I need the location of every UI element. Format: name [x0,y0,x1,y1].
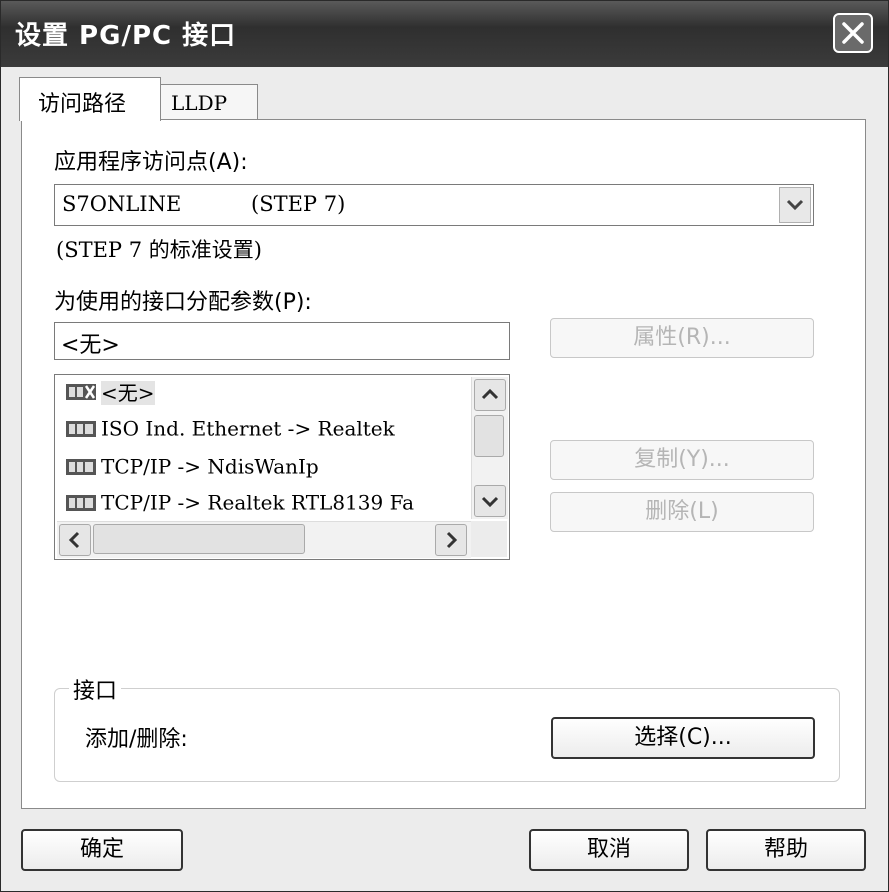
delete-button[interactable]: 删除(L) [550,492,814,532]
scroll-left-icon [68,531,80,549]
list-item-label: <无> [101,381,155,405]
close-button[interactable] [833,13,873,53]
dropdown-button[interactable] [779,187,811,223]
network-card-icon [66,458,96,475]
properties-button[interactable]: 属性(R)... [550,318,814,358]
interface-list[interactable]: <无> ISO Ind. Ethernet -> Realtek TCP/IP … [54,374,510,560]
list-item[interactable]: <无> [65,377,155,411]
network-card-icon [66,383,96,400]
scroll-down-icon [481,496,499,508]
scroll-up-icon [481,388,499,400]
cancel-button[interactable]: 取消 [529,829,689,871]
title-bar[interactable]: 设置 PG/PC 接口 [1,1,888,67]
list-item[interactable]: TCP/IP -> Realtek RTL8139 Fa [65,489,414,523]
interface-param-label: 为使用的接口分配参数(P): [54,290,312,315]
copy-button[interactable]: 复制(Y)... [550,440,814,480]
list-item-label: ISO Ind. Ethernet -> Realtek [101,416,395,441]
ok-button[interactable]: 确定 [21,829,183,871]
select-button[interactable]: 选择(C)... [551,717,815,759]
interface-group-title: 接口 [69,673,122,705]
window-title: 设置 PG/PC 接口 [15,21,237,51]
interface-param-field[interactable]: <无> [54,322,510,360]
access-point-description: (STEP 7 的标准设置) [56,238,262,262]
scroll-down-button[interactable] [474,485,506,517]
tab-panel: 应用程序访问点(A): S7ONLINE (STEP 7) (STEP 7 的标… [21,119,866,809]
vertical-scroll-thumb[interactable] [474,415,504,457]
list-item-label: TCP/IP -> Realtek RTL8139 Fa [101,490,415,515]
access-point-label: 应用程序访问点(A): [54,150,248,175]
access-point-name: S7ONLINE [62,192,182,216]
dropdown-arrow-icon [786,199,804,211]
interface-param-value: <无> [61,333,120,358]
tab-access-path-label: 访问路径 [38,92,127,117]
access-point-detail: (STEP 7) [251,192,346,216]
access-point-dropdown[interactable]: S7ONLINE (STEP 7) [54,184,814,226]
dialog-window: 设置 PG/PC 接口 LLDP 访问路径 应用程序访问点(A): S7ONLI… [0,0,889,892]
scroll-right-icon [446,531,458,549]
list-item[interactable]: TCP/IP -> NdisWanIp [65,453,319,487]
help-button[interactable]: 帮助 [706,829,866,871]
scroll-right-button[interactable] [435,524,467,556]
list-item-label: TCP/IP -> NdisWanIp [101,454,319,479]
network-card-icon [66,494,96,511]
tab-lldp[interactable]: LLDP [160,84,258,121]
scrollbar-corner [471,521,507,557]
tab-access-path[interactable]: 访问路径 [19,77,161,121]
add-remove-label: 添加/删除: [85,727,188,752]
vertical-scrollbar[interactable] [471,377,508,519]
horizontal-scroll-thumb[interactable] [93,524,305,554]
tab-lldp-label: LLDP [171,91,228,115]
network-card-icon [66,420,96,437]
close-icon [842,22,864,44]
interface-group: 接口 添加/删除: 选择(C)... [54,673,840,782]
horizontal-scrollbar[interactable] [57,521,471,558]
list-item[interactable]: ISO Ind. Ethernet -> Realtek [65,415,395,449]
scroll-up-button[interactable] [474,379,506,411]
scroll-left-button[interactable] [59,524,91,556]
